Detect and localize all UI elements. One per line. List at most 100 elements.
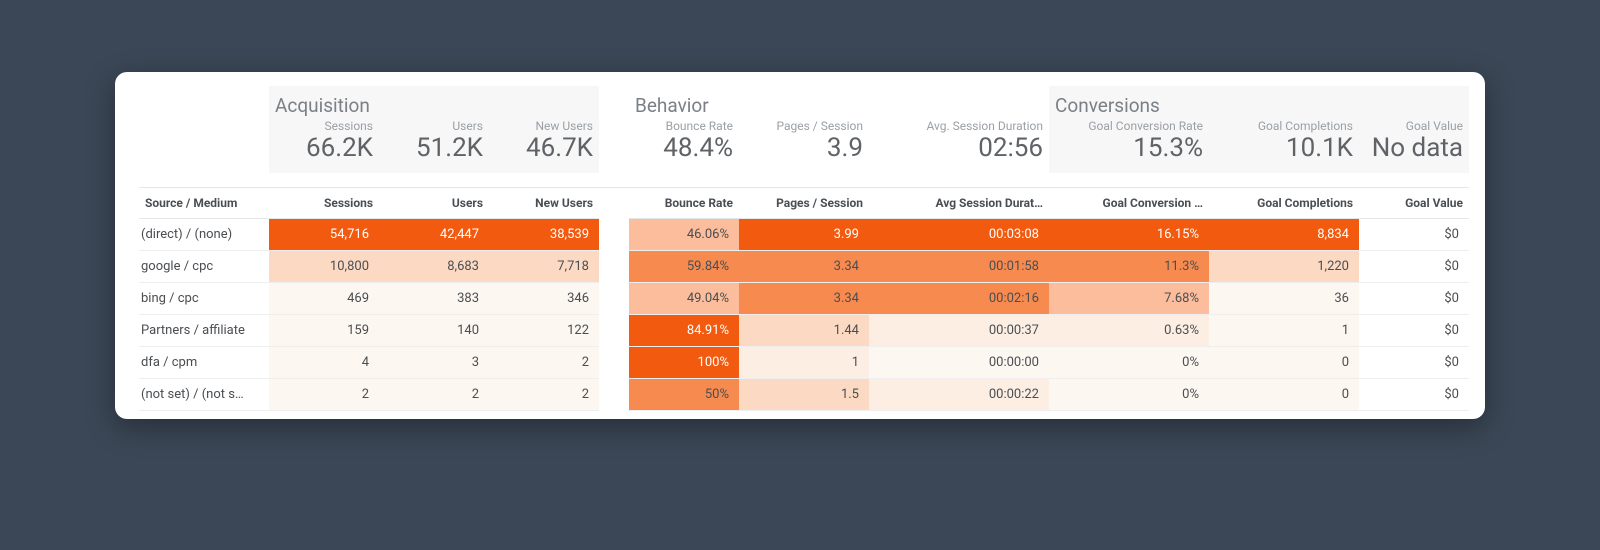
cell-gap (599, 219, 629, 251)
cell-gap (599, 251, 629, 283)
summary-avg-duration: Avg. Session Duration 02:56 (869, 119, 1049, 173)
data-table: Source / Medium Sessions Users New Users… (139, 187, 1469, 411)
summary-gv-label: Goal Value (1365, 119, 1463, 133)
cell-gcr: 16.15% (1049, 219, 1209, 251)
col-avg-dur[interactable]: Avg Session Durat… (869, 188, 1049, 219)
cell-users: 3 (379, 347, 489, 379)
cell-gap (599, 315, 629, 347)
cell-avg_dur: 00:02:16 (869, 283, 1049, 315)
cell-source-medium: (direct) / (none) (139, 219, 269, 251)
summary-new-users-label: New Users (495, 119, 593, 133)
summary-gc-label: Goal Completions (1215, 119, 1353, 133)
cell-source-medium: google / cpc (139, 251, 269, 283)
cell-new_users: 2 (489, 379, 599, 411)
summary-bounce-label: Bounce Rate (635, 119, 733, 133)
group-header-row: Acquisition Behavior Conversions (139, 86, 1461, 123)
summary-users-value: 51.2K (385, 133, 483, 163)
cell-users: 42,447 (379, 219, 489, 251)
cell-gcr: 11.3% (1049, 251, 1209, 283)
cell-source-medium: bing / cpc (139, 283, 269, 315)
cell-pps: 1.5 (739, 379, 869, 411)
cell-gv: $0 (1359, 379, 1469, 411)
summary-gv-value: No data (1365, 133, 1463, 163)
analytics-card: Acquisition Behavior Conversions Session… (115, 72, 1485, 419)
cell-source-medium: Partners / affiliate (139, 315, 269, 347)
cell-gcr: 0% (1049, 347, 1209, 379)
cell-pps: 3.34 (739, 283, 869, 315)
cell-bounce: 46.06% (629, 219, 739, 251)
cell-avg_dur: 00:01:58 (869, 251, 1049, 283)
cell-avg_dur: 00:00:37 (869, 315, 1049, 347)
summary-gcr-label: Goal Conversion Rate (1055, 119, 1203, 133)
cell-bounce: 50% (629, 379, 739, 411)
cell-gcr: 7.68% (1049, 283, 1209, 315)
cell-gcr: 0.63% (1049, 315, 1209, 347)
cell-bounce: 84.91% (629, 315, 739, 347)
cell-new_users: 38,539 (489, 219, 599, 251)
col-sessions[interactable]: Sessions (269, 188, 379, 219)
cell-source-medium: (not set) / (not s… (139, 379, 269, 411)
cell-gv: $0 (1359, 347, 1469, 379)
summary-users: Users 51.2K (379, 119, 489, 173)
table-row[interactable]: google / cpc10,8008,6837,718 59.84%3.3400… (139, 251, 1469, 283)
cell-sessions: 4 (269, 347, 379, 379)
cell-new_users: 2 (489, 347, 599, 379)
col-gap (599, 188, 629, 219)
cell-sessions: 159 (269, 315, 379, 347)
cell-sessions: 54,716 (269, 219, 379, 251)
cell-sessions: 10,800 (269, 251, 379, 283)
cell-source-medium: dfa / cpm (139, 347, 269, 379)
col-dim[interactable]: Source / Medium (139, 188, 269, 219)
cell-users: 383 (379, 283, 489, 315)
cell-pps: 3.99 (739, 219, 869, 251)
col-pps[interactable]: Pages / Session (739, 188, 869, 219)
cell-gc: 36 (1209, 283, 1359, 315)
cell-users: 2 (379, 379, 489, 411)
cell-bounce: 100% (629, 347, 739, 379)
group-acquisition: Acquisition (269, 86, 599, 123)
summary-pps-value: 3.9 (745, 133, 863, 163)
cell-users: 8,683 (379, 251, 489, 283)
cell-gv: $0 (1359, 219, 1469, 251)
cell-pps: 3.34 (739, 251, 869, 283)
summary-gc-value: 10.1K (1215, 133, 1353, 163)
col-bounce[interactable]: Bounce Rate (629, 188, 739, 219)
summary-avg-duration-value: 02:56 (875, 133, 1043, 163)
cell-gap (599, 379, 629, 411)
col-gcr[interactable]: Goal Conversion … (1049, 188, 1209, 219)
cell-pps: 1 (739, 347, 869, 379)
summary-gcr: Goal Conversion Rate 15.3% (1049, 119, 1209, 173)
summary-gcr-value: 15.3% (1055, 133, 1203, 163)
summary-sessions-label: Sessions (275, 119, 373, 133)
table-row[interactable]: bing / cpc46938334649.04%3.3400:02:167.6… (139, 283, 1469, 315)
cell-avg_dur: 00:00:22 (869, 379, 1049, 411)
col-gv[interactable]: Goal Value (1359, 188, 1469, 219)
cell-avg_dur: 00:00:00 (869, 347, 1049, 379)
summary-bounce-value: 48.4% (635, 133, 733, 163)
table-row[interactable]: Partners / affiliate15914012284.91%1.440… (139, 315, 1469, 347)
cell-bounce: 49.04% (629, 283, 739, 315)
group-conversions: Conversions (1049, 86, 1469, 123)
summary-pps: Pages / Session 3.9 (739, 119, 869, 173)
table-row[interactable]: (direct) / (none)54,71642,44738,539 46.06… (139, 219, 1469, 251)
summary-sessions: Sessions 66.2K (269, 119, 379, 173)
table-row[interactable]: (not set) / (not s…22250%1.500:00:220%0$… (139, 379, 1469, 411)
table-header-row: Source / Medium Sessions Users New Users… (139, 188, 1469, 219)
summary-new-users: New Users 46.7K (489, 119, 599, 173)
cell-sessions: 469 (269, 283, 379, 315)
cell-gv: $0 (1359, 251, 1469, 283)
cell-new_users: 7,718 (489, 251, 599, 283)
cell-gap (599, 283, 629, 315)
cell-sessions: 2 (269, 379, 379, 411)
cell-gc: 8,834 (1209, 219, 1359, 251)
cell-avg_dur: 00:03:08 (869, 219, 1049, 251)
col-users[interactable]: Users (379, 188, 489, 219)
col-new-users[interactable]: New Users (489, 188, 599, 219)
group-behavior: Behavior (629, 86, 1049, 123)
cell-gc: 1 (1209, 315, 1359, 347)
table-row[interactable]: dfa / cpm432100%100:00:000%0$0 (139, 347, 1469, 379)
col-gc[interactable]: Goal Completions (1209, 188, 1359, 219)
summary-gc: Goal Completions 10.1K (1209, 119, 1359, 173)
cell-bounce: 59.84% (629, 251, 739, 283)
cell-gap (599, 347, 629, 379)
